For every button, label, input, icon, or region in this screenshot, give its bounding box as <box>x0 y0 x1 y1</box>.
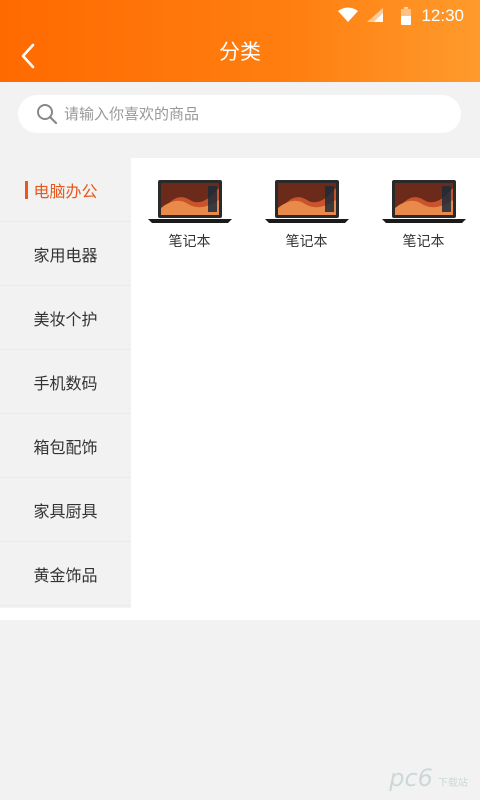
product-item[interactable]: 笔记本 <box>365 178 480 278</box>
sidebar-item-computer-office[interactable]: 电脑办公 <box>0 158 131 222</box>
laptop-image <box>264 180 349 223</box>
active-indicator <box>25 181 28 199</box>
watermark-logo: pc6 下载站 <box>389 764 468 792</box>
search-box[interactable] <box>18 95 461 133</box>
sidebar-item-gold-jewelry[interactable]: 黄金饰品 <box>0 542 131 606</box>
sidebar-item-home-appliances[interactable]: 家用电器 <box>0 222 131 286</box>
category-content: 电脑办公 家用电器 美妆个护 手机数码 箱包配饰 家具厨具 黄金饰品 笔记本 笔… <box>0 158 480 620</box>
sidebar-item-phones-digital[interactable]: 手机数码 <box>0 350 131 414</box>
search-input[interactable] <box>64 105 424 123</box>
sidebar-item-label: 美妆个护 <box>33 309 98 329</box>
product-name: 笔记本 <box>285 234 328 250</box>
sidebar-item-label: 家用电器 <box>33 245 98 265</box>
signal-icon <box>367 8 383 22</box>
watermark-text: pc6 <box>389 764 433 792</box>
laptop-image <box>147 180 232 223</box>
product-item[interactable]: 笔记本 <box>248 178 365 278</box>
sidebar-item-label: 箱包配饰 <box>33 437 98 457</box>
title-bar: 分类 <box>0 32 480 80</box>
sidebar-item-label: 黄金饰品 <box>33 565 98 585</box>
status-bar: 12:30 <box>0 0 480 32</box>
product-name: 笔记本 <box>168 234 211 250</box>
sidebar-item-label: 家具厨具 <box>33 501 98 521</box>
product-grid: 笔记本 笔记本 笔记本 <box>131 158 480 278</box>
sidebar-item-beauty-care[interactable]: 美妆个护 <box>0 286 131 350</box>
product-name: 笔记本 <box>402 234 445 250</box>
sidebar-item-furniture-kitchen[interactable]: 家具厨具 <box>0 478 131 542</box>
search-bar <box>0 82 480 146</box>
app-header: 12:30 分类 <box>0 0 480 82</box>
watermark-subtext: 下载站 <box>438 778 468 789</box>
page-title: 分类 <box>219 40 261 64</box>
wifi-icon <box>338 7 358 22</box>
category-sidebar: 电脑办公 家用电器 美妆个护 手机数码 箱包配饰 家具厨具 黄金饰品 <box>0 158 131 608</box>
search-icon <box>37 104 58 125</box>
product-item[interactable]: 笔记本 <box>131 178 248 278</box>
laptop-image <box>381 180 466 223</box>
battery-icon <box>401 7 411 25</box>
sidebar-item-label: 电脑办公 <box>33 181 98 201</box>
status-time: 12:30 <box>421 6 464 25</box>
sidebar-item-bags-accessories[interactable]: 箱包配饰 <box>0 414 131 478</box>
sidebar-item-label: 手机数码 <box>33 373 98 393</box>
